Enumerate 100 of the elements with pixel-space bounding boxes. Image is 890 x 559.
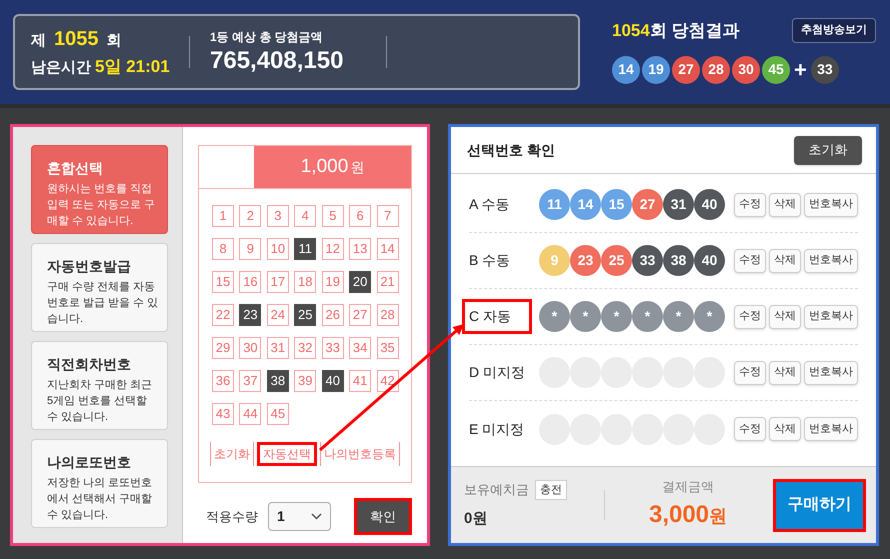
number-cell[interactable]: 39 bbox=[294, 370, 316, 392]
number-cell[interactable]: 25 bbox=[294, 304, 316, 326]
number-cell[interactable]: 16 bbox=[239, 271, 262, 293]
number-cell[interactable]: 23 bbox=[239, 304, 262, 326]
mode-card[interactable]: 나의로또번호 저장한 나의 로또번호에서 선택해서 구매할 수 있습니다. bbox=[31, 439, 168, 528]
mode-card[interactable]: 자동번호발급 구매 수량 전체를 자동번호로 발급 받을 수 있습니다. bbox=[31, 243, 168, 332]
number-cell[interactable]: 45 bbox=[266, 403, 289, 425]
number-cell[interactable]: 17 bbox=[266, 271, 289, 293]
buy-button[interactable]: 구매하기 bbox=[773, 478, 866, 532]
number-cell[interactable]: 3 bbox=[266, 205, 289, 227]
number-cell[interactable]: 34 bbox=[349, 337, 372, 359]
row-label: D 미지정 bbox=[469, 363, 526, 382]
mode-title: 직전회차번호 bbox=[47, 355, 132, 374]
mode-title: 혼합선택 bbox=[47, 159, 104, 178]
number-cell[interactable]: 44 bbox=[239, 403, 262, 425]
row-action-button[interactable]: 번호복사 bbox=[804, 248, 858, 272]
row-action-button[interactable]: 수정 bbox=[734, 192, 766, 216]
round-suffix: 회 bbox=[106, 31, 122, 52]
round-number: 1055 bbox=[54, 27, 98, 52]
number-cell[interactable]: 27 bbox=[349, 304, 372, 326]
row-action-button[interactable]: 삭제 bbox=[769, 360, 801, 384]
row-action-button[interactable]: 번호복사 bbox=[804, 192, 858, 216]
row-action-button[interactable]: 번호복사 bbox=[804, 304, 858, 328]
broadcast-button[interactable]: 추첨방송보기 bbox=[792, 18, 876, 43]
number-cell[interactable]: 7 bbox=[376, 205, 399, 227]
balance-label: 보유예치금 bbox=[464, 481, 529, 499]
remaining-label: 남은시간 bbox=[31, 58, 91, 78]
ticket-button[interactable]: 자동선택 bbox=[257, 442, 317, 466]
number-cell[interactable]: 24 bbox=[266, 304, 289, 326]
number-cell[interactable]: 12 bbox=[322, 238, 344, 260]
number-cell[interactable]: 19 bbox=[322, 271, 344, 293]
row-label: A 수동 bbox=[469, 195, 510, 214]
quantity-select[interactable]: 1 bbox=[268, 502, 331, 531]
row-action-button[interactable]: 삭제 bbox=[769, 192, 801, 216]
number-cell[interactable]: 13 bbox=[349, 238, 372, 260]
row-action-button[interactable]: 수정 bbox=[734, 417, 766, 441]
number-cell[interactable]: 31 bbox=[266, 337, 289, 359]
row-action-button[interactable]: 번호복사 bbox=[804, 360, 858, 384]
row-action-button[interactable]: 번호복사 bbox=[804, 417, 858, 441]
ticket-button[interactable]: 나의번호등록 bbox=[320, 442, 400, 466]
number-cell[interactable]: 32 bbox=[294, 337, 316, 359]
result-title: 1054회 당첨결과 bbox=[612, 20, 740, 42]
reset-button[interactable]: 초기화 bbox=[794, 136, 862, 164]
number-cell[interactable]: 18 bbox=[294, 271, 316, 293]
number-cell[interactable]: 21 bbox=[376, 271, 399, 293]
row-action-button[interactable]: 삭제 bbox=[769, 248, 801, 272]
row-action-button[interactable]: 수정 bbox=[734, 360, 766, 384]
mode-description: 저장한 나의 로또번호에서 선택해서 구매할 수 있습니다. bbox=[47, 476, 154, 523]
chevron-down-icon bbox=[311, 513, 322, 520]
number-cell[interactable]: 26 bbox=[322, 304, 344, 326]
number-cell[interactable]: 30 bbox=[239, 337, 262, 359]
jackpot-amount: 765,408,150 bbox=[210, 46, 344, 76]
mode-description: 지난회차 구매한 최근 5게임 번호를 선택할 수 있습니다. bbox=[47, 378, 154, 425]
round-prefix: 제 bbox=[31, 31, 46, 52]
row-action-button[interactable]: 삭제 bbox=[769, 417, 801, 441]
price-unit: 원 bbox=[350, 158, 364, 176]
charge-button[interactable]: 충전 bbox=[535, 480, 567, 500]
number-cell[interactable]: 43 bbox=[212, 403, 234, 425]
number-cell[interactable]: 37 bbox=[239, 370, 262, 392]
number-cell[interactable]: 6 bbox=[349, 205, 372, 227]
number-cell[interactable]: 36 bbox=[212, 370, 234, 392]
row-action-button[interactable]: 수정 bbox=[734, 304, 766, 328]
number-cell[interactable]: 14 bbox=[376, 238, 399, 260]
row-label: B 수동 bbox=[469, 251, 512, 270]
payment-label: 결제금액 bbox=[662, 478, 714, 496]
number-cell[interactable]: 4 bbox=[294, 205, 316, 227]
row-action-button[interactable]: 수정 bbox=[734, 248, 766, 272]
number-cell[interactable]: 38 bbox=[266, 370, 289, 392]
number-cell[interactable]: 28 bbox=[376, 304, 399, 326]
plus-sign: + bbox=[793, 56, 808, 84]
number-cell[interactable]: 1 bbox=[212, 205, 234, 227]
mode-title: 나의로또번호 bbox=[47, 453, 132, 472]
number-cell[interactable]: 33 bbox=[322, 337, 344, 359]
number-cell[interactable]: 2 bbox=[239, 205, 262, 227]
number-cell[interactable]: 42 bbox=[376, 370, 399, 392]
confirm-button[interactable]: 확인 bbox=[354, 498, 412, 535]
quantity-label: 적용수량 bbox=[206, 508, 258, 526]
number-cell[interactable]: 10 bbox=[266, 238, 289, 260]
number-cell[interactable]: 8 bbox=[212, 238, 234, 260]
remaining-time: 5일 21:01 bbox=[95, 56, 170, 78]
number-cell[interactable]: 41 bbox=[349, 370, 372, 392]
number-cell[interactable]: 15 bbox=[212, 271, 234, 293]
number-cell[interactable]: 40 bbox=[322, 370, 344, 392]
ticket-button[interactable]: 초기화 bbox=[210, 442, 254, 466]
number-cell[interactable]: 9 bbox=[239, 238, 262, 260]
number-cell[interactable]: 11 bbox=[294, 238, 316, 260]
mode-card[interactable]: 혼합선택 원하시는 번호를 직접 입력 또는 자동으로 구매할 수 있습니다. bbox=[31, 145, 168, 234]
row-label: C 자동 bbox=[462, 299, 532, 334]
balance-amount: 0원 bbox=[464, 508, 488, 529]
jackpot-label: 1등 예상 총 당첨금액 bbox=[210, 29, 324, 46]
row-action-button[interactable]: 삭제 bbox=[769, 304, 801, 328]
number-cell[interactable]: 5 bbox=[322, 205, 344, 227]
price-amount: 1,000 bbox=[300, 154, 348, 179]
mode-card[interactable]: 직전회차번호 지난회차 구매한 최근 5게임 번호를 선택할 수 있습니다. bbox=[31, 341, 168, 430]
number-cell[interactable]: 22 bbox=[212, 304, 234, 326]
number-cell[interactable]: 20 bbox=[349, 271, 372, 293]
mode-description: 원하시는 번호를 직접 입력 또는 자동으로 구매할 수 있습니다. bbox=[47, 182, 156, 229]
number-cell[interactable]: 35 bbox=[376, 337, 399, 359]
mode-title: 자동번호발급 bbox=[47, 257, 132, 276]
number-cell[interactable]: 29 bbox=[212, 337, 234, 359]
